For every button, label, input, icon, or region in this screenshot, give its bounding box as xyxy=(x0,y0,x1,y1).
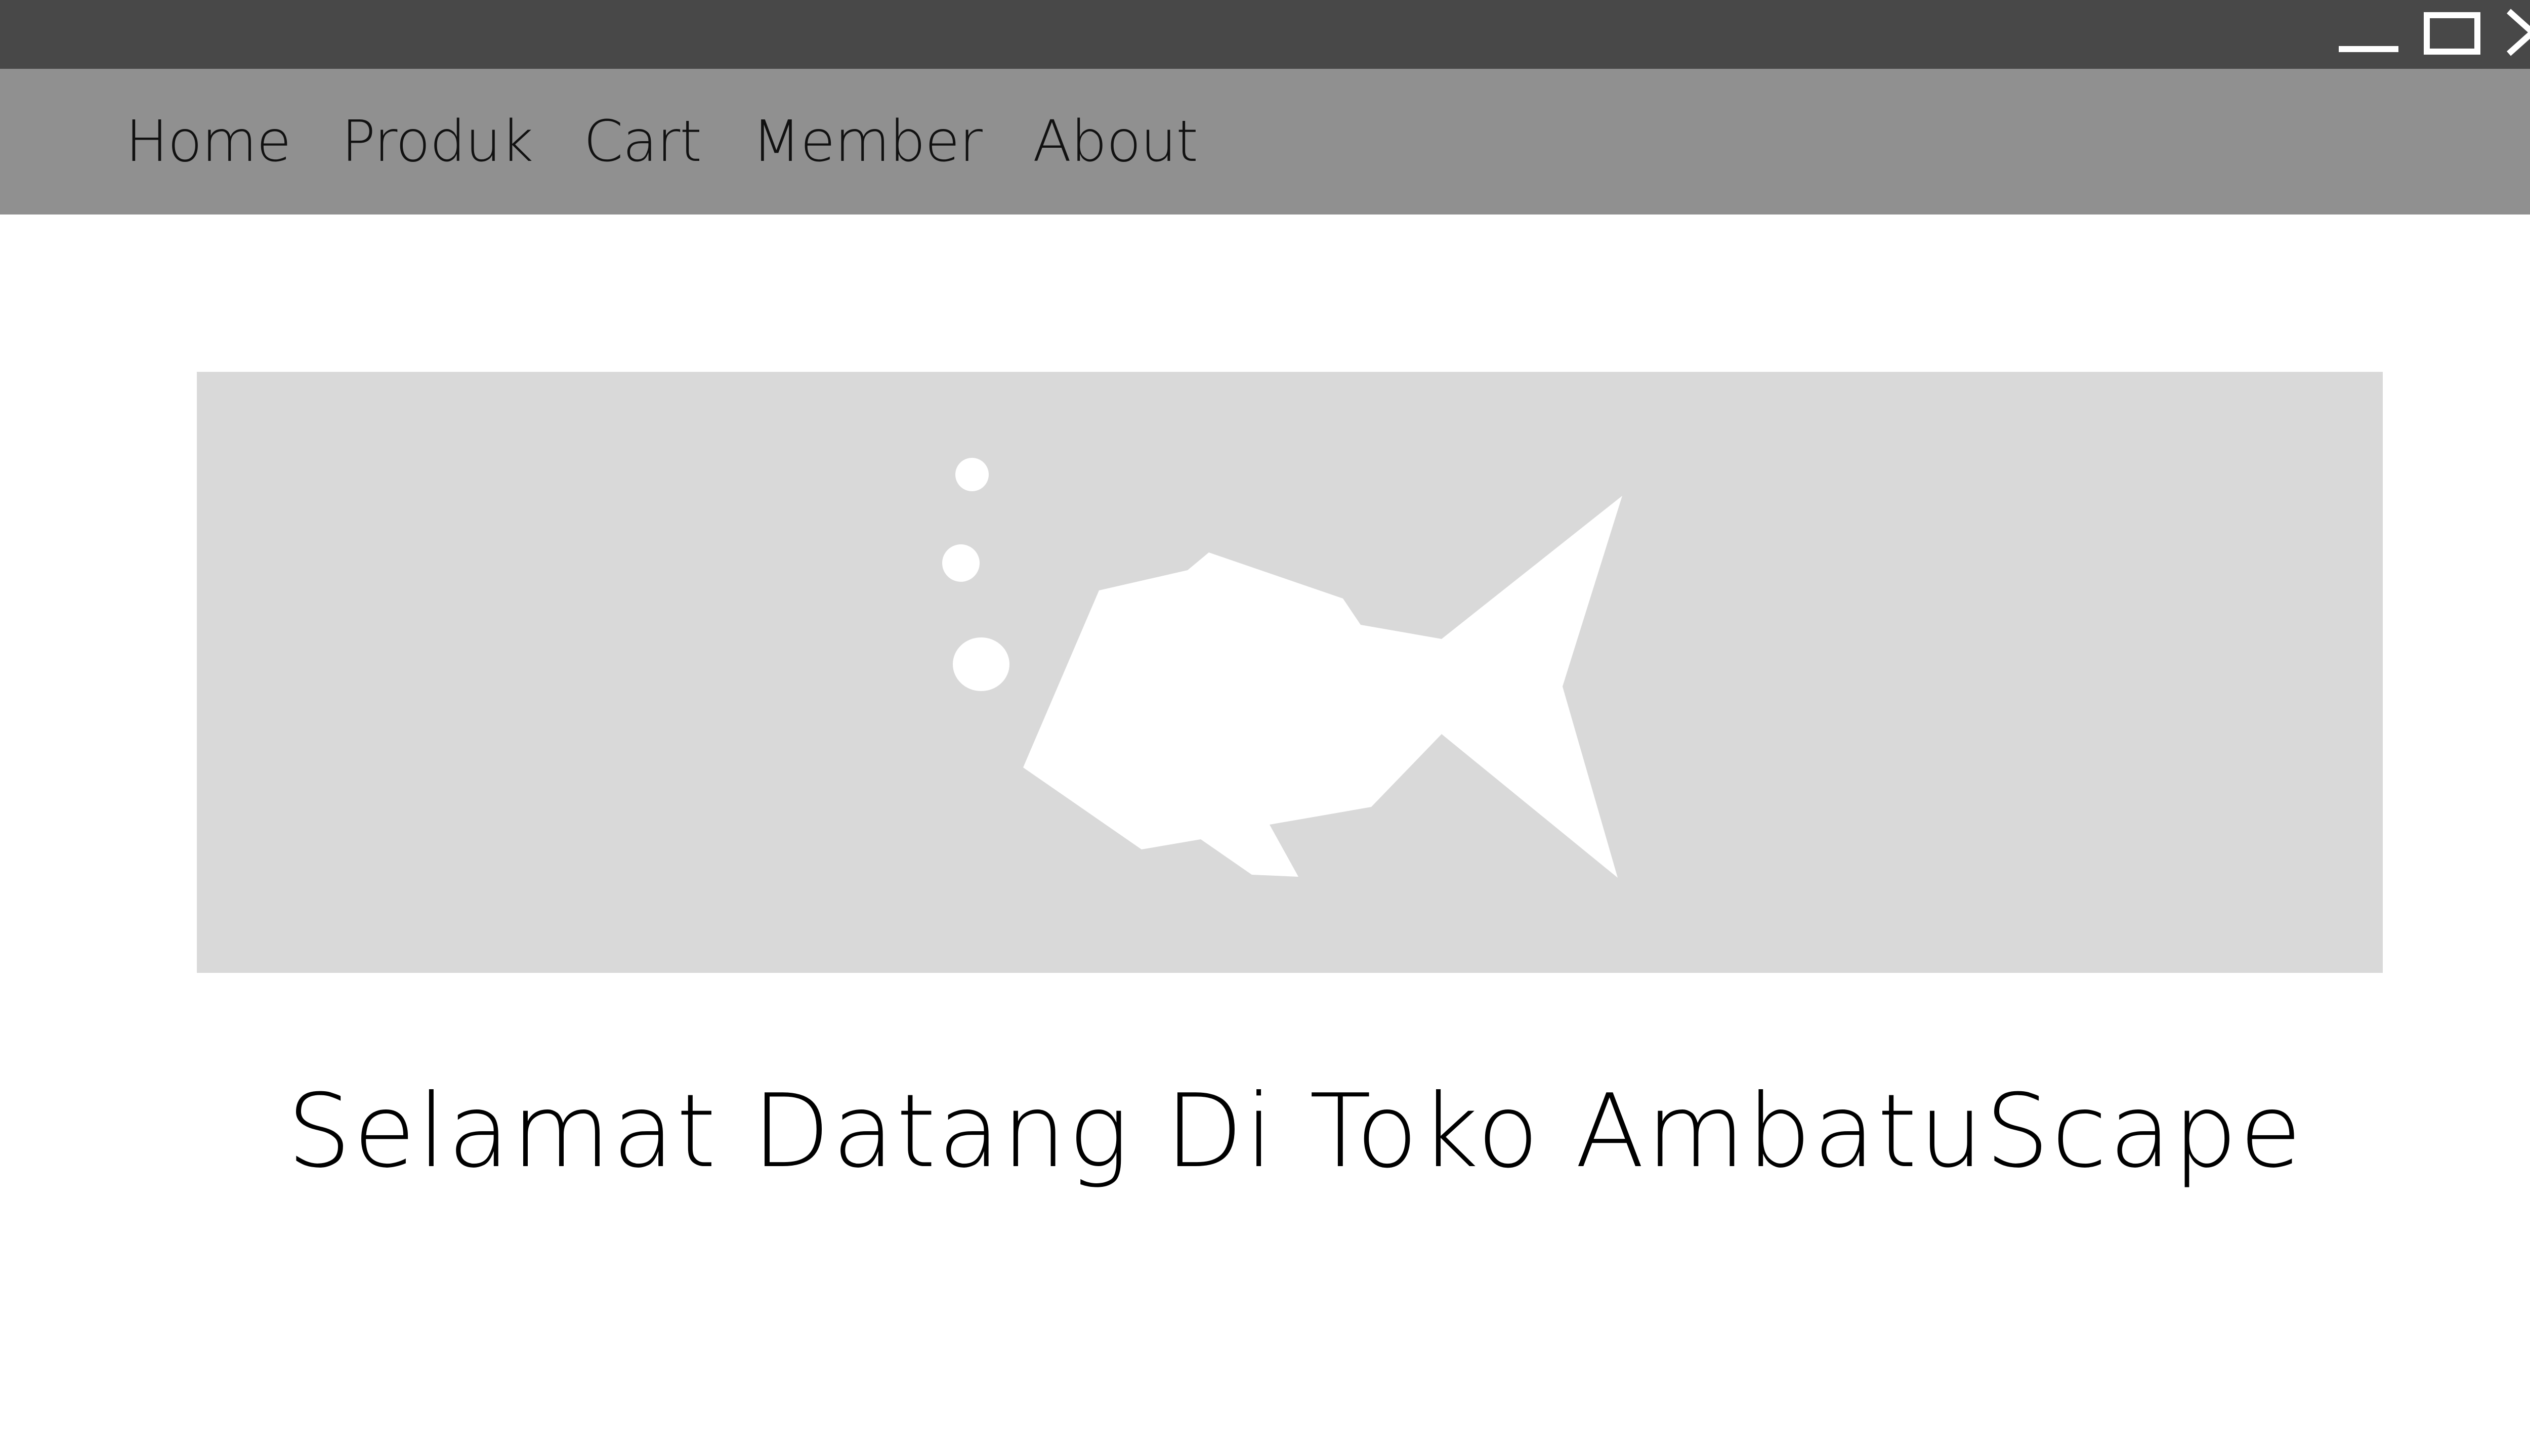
welcome-heading: Selamat Datang Di Toko AmbatuScape xyxy=(287,1073,2304,1190)
close-icon xyxy=(2507,9,2530,56)
nav-item-home[interactable]: Home xyxy=(125,109,291,175)
nav-item-produk[interactable]: Produk xyxy=(342,109,534,175)
bubble-medium xyxy=(942,544,980,582)
nav-item-member[interactable]: Member xyxy=(752,109,983,175)
window-titlebar xyxy=(0,0,2530,69)
bubble-large xyxy=(953,637,1009,691)
maximize-icon xyxy=(2424,12,2480,55)
maximize-button[interactable] xyxy=(2398,0,2490,69)
minimize-button[interactable] xyxy=(2307,0,2398,69)
fish-shape xyxy=(1023,496,1622,878)
minimize-icon xyxy=(2339,46,2398,52)
main-navbar: Home Produk Cart Member About xyxy=(0,69,2530,215)
nav-item-cart[interactable]: Cart xyxy=(583,109,702,175)
nav-item-about[interactable]: About xyxy=(1033,109,1198,175)
close-button[interactable] xyxy=(2490,0,2530,69)
window-controls xyxy=(2307,0,2530,69)
bubble-small xyxy=(955,458,989,491)
fish-placeholder-image xyxy=(942,458,1622,878)
nav-menu: Home Produk Cart Member About xyxy=(125,69,1248,215)
hero-banner xyxy=(197,372,2383,973)
